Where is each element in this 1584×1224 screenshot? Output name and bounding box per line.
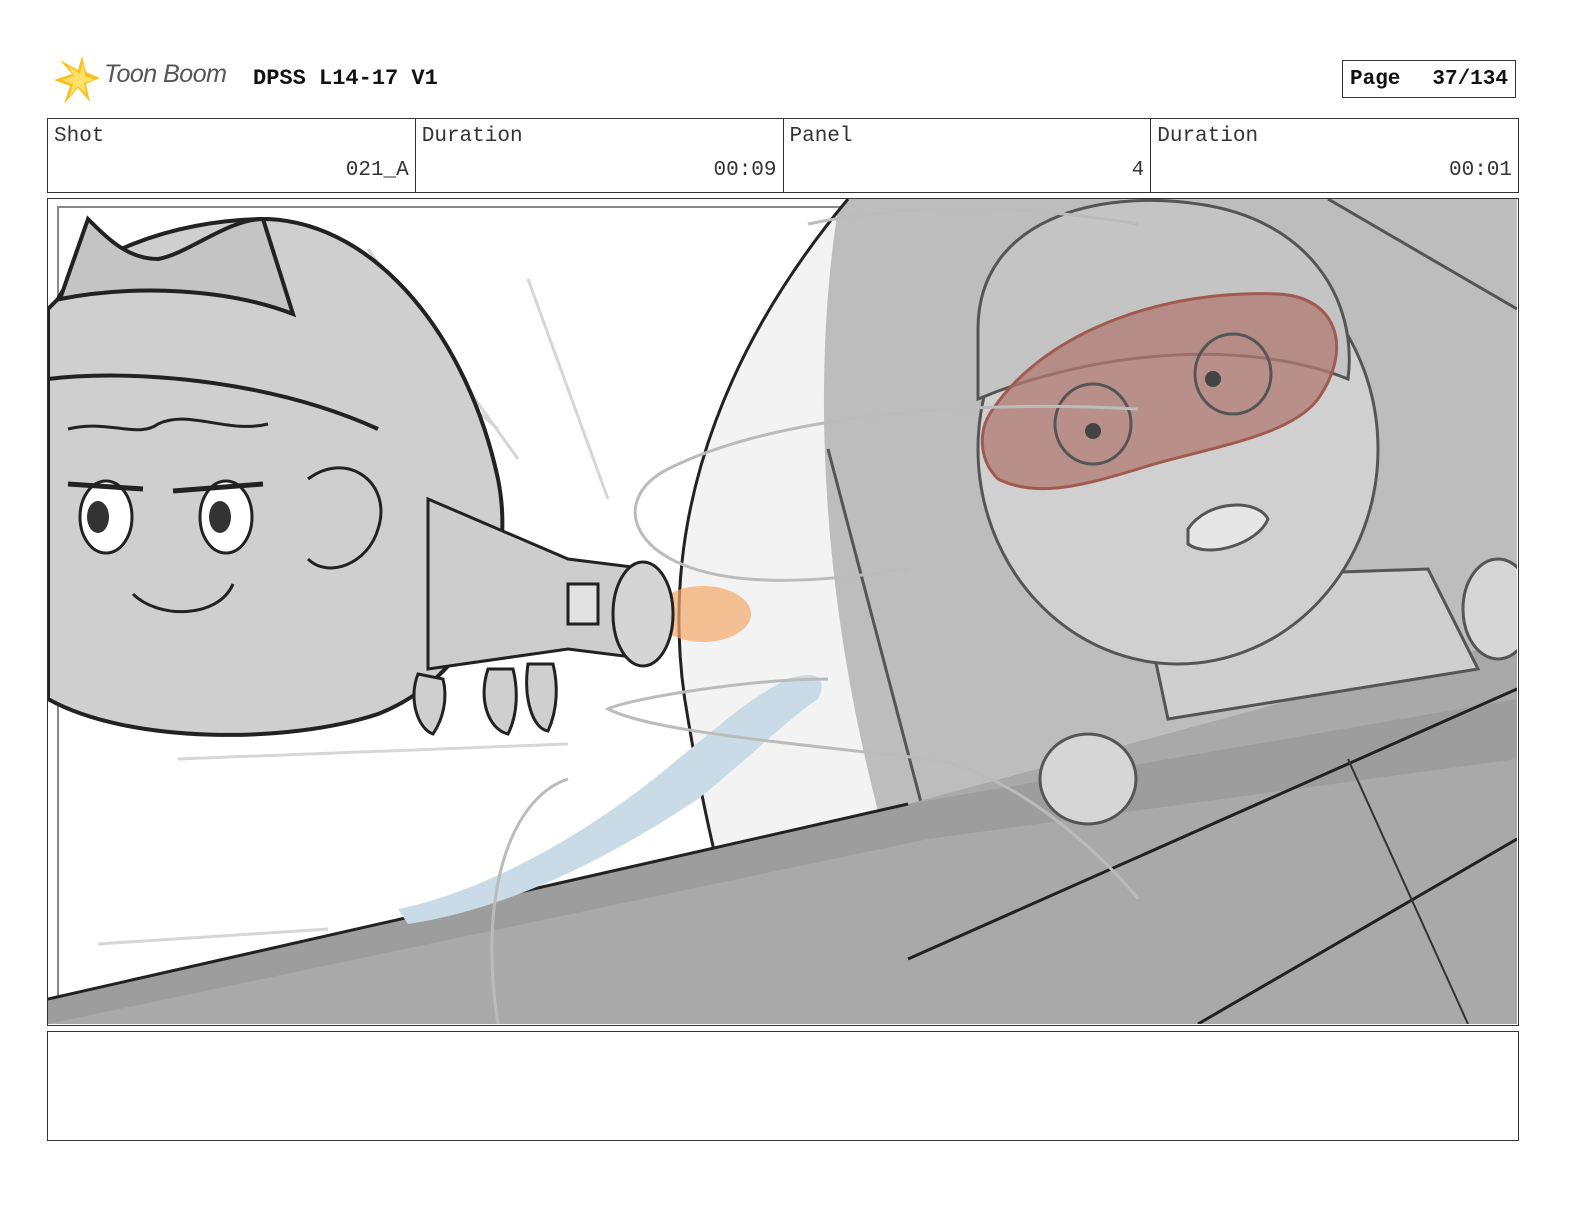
page-number: 37/134 — [1432, 67, 1508, 91]
shot-duration-value: 00:09 — [713, 159, 777, 182]
project-title: DPSS L14-17 V1 — [253, 66, 438, 91]
shot-duration-label: Duration — [421, 125, 523, 148]
shot-duration-cell: Duration 00:09 — [416, 119, 784, 192]
starburst-icon — [54, 56, 100, 104]
panel-drawing — [48, 199, 1517, 1024]
page-label: Page — [1350, 67, 1401, 91]
panel-notes — [47, 1031, 1519, 1141]
panel-duration-cell: Duration 00:01 — [1151, 119, 1518, 192]
panel-cell: Panel 4 — [784, 119, 1152, 192]
page-indicator: Page 37/134 — [1342, 60, 1516, 98]
toon-boom-logo: Toon Boom — [52, 56, 238, 106]
shot-value: 021_A — [345, 159, 409, 182]
logo-text: Toon Boom — [104, 60, 227, 88]
panel-duration-label: Duration — [1157, 125, 1259, 148]
panel-label: Panel — [789, 125, 853, 148]
shot-cell: Shot 021_A — [48, 119, 416, 192]
panel-value: 4 — [1131, 159, 1145, 182]
panel-duration-value: 00:01 — [1448, 159, 1512, 182]
shot-info-row: Shot 021_A Duration 00:09 Panel 4 Durati… — [47, 118, 1519, 193]
shot-label: Shot — [54, 125, 105, 148]
storyboard-panel — [47, 198, 1519, 1026]
